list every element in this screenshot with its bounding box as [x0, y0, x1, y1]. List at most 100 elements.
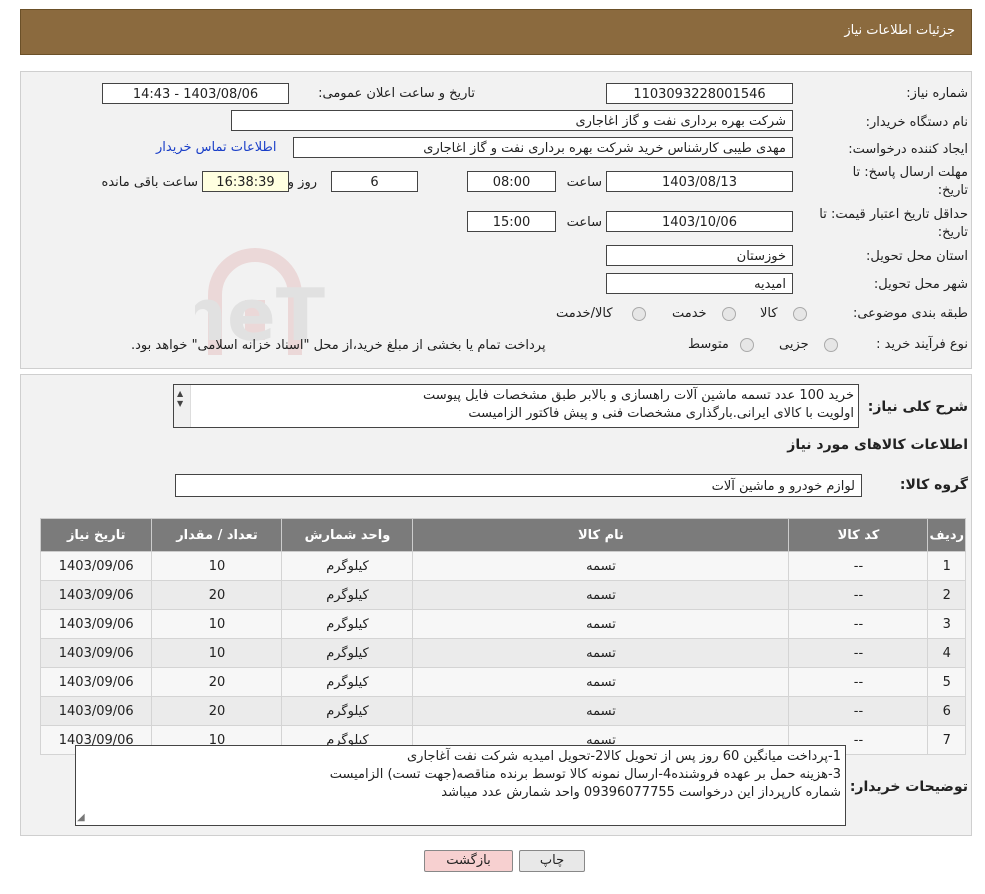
cell-name: تسمه: [412, 580, 790, 610]
goods-table: ردیف کد کالا نام کالا واحد شمارش تعداد /…: [39, 518, 966, 755]
province-label: استان محل تحویل:: [866, 249, 968, 264]
cell-quantity: 10: [151, 551, 283, 581]
validity-label: حداقل تاریخ اعتبار قیمت: تا: [819, 207, 968, 222]
process-label: نوع فرآیند خرید :: [876, 337, 968, 352]
buyer-org-field: شرکت بهره برداری نفت و گاز اغاجاری: [231, 110, 793, 131]
category-option-service: خدمت: [672, 306, 707, 321]
buyer-notes-line-2: 3-هزینه حمل بر عهده فروشنده4-ارسال نمونه…: [329, 767, 841, 782]
scroll-down-icon[interactable]: ▼: [177, 399, 183, 408]
table-row: 2 -- تسمه کیلوگرم 20 1403/09/06: [39, 580, 966, 610]
goods-group-field: لوازم خودرو و ماشین آلات: [175, 474, 862, 497]
remaining-label: ساعت باقی مانده: [101, 175, 198, 190]
cell-unit: کیلوگرم: [281, 551, 414, 581]
cell-unit: کیلوگرم: [281, 667, 414, 697]
cell-need-date: 1403/09/06: [39, 638, 153, 668]
page-header: جزئیات اطلاعات نیاز: [20, 9, 972, 55]
cell-quantity: 20: [151, 696, 283, 726]
cell-name: تسمه: [412, 609, 790, 639]
cell-row-number: 6: [927, 696, 966, 726]
city-label: شهر محل تحویل:: [873, 277, 968, 292]
cell-need-date: 1403/09/06: [39, 696, 153, 726]
description-textarea[interactable]: خرید 100 عدد تسمه ماشین آلات راهسازی و ب…: [173, 384, 859, 428]
category-option-both: کالا/خدمت: [556, 306, 613, 321]
buyer-notes-line-1: 1-پرداخت میانگین 60 روز پس از تحویل کالا…: [407, 749, 841, 764]
category-radio-service[interactable]: [722, 307, 736, 321]
announce-field: 1403/08/06 - 14:43: [102, 83, 289, 104]
cell-unit: کیلوگرم: [281, 580, 414, 610]
buyer-org-label: نام دستگاه خریدار:: [865, 115, 968, 130]
days-field: 6: [331, 171, 418, 192]
table-row: 5 -- تسمه کیلوگرم 20 1403/09/06: [39, 667, 966, 697]
category-radio-goods[interactable]: [793, 307, 807, 321]
category-option-goods: کالا: [760, 306, 778, 321]
cell-code: --: [788, 609, 929, 639]
cell-row-number: 5: [927, 667, 966, 697]
cell-code: --: [788, 696, 929, 726]
cell-need-date: 1403/09/06: [39, 580, 153, 610]
validity-date-field: 1403/10/06: [606, 211, 793, 232]
cell-unit: کیلوگرم: [281, 638, 414, 668]
deadline-label-2: تاریخ:: [937, 183, 968, 198]
validity-time-field: 15:00: [467, 211, 556, 232]
cell-name: تسمه: [412, 696, 790, 726]
col-header-unit: واحد شمارش: [281, 518, 414, 552]
col-header-quantity: تعداد / مقدار: [151, 518, 283, 552]
category-label: طبقه بندی موضوعی:: [852, 306, 968, 321]
need-number-field: 1103093228001546: [606, 83, 793, 104]
process-radio-minor[interactable]: [824, 338, 838, 352]
description-label: شرح کلی نیاز:: [867, 399, 968, 415]
back-button[interactable]: بازگشت: [424, 850, 513, 872]
description-scrollbar[interactable]: ▲ ▼: [174, 385, 191, 427]
cell-quantity: 10: [151, 609, 283, 639]
buyer-contact-link[interactable]: اطلاعات تماس خریدار: [156, 140, 276, 155]
cell-code: --: [788, 638, 929, 668]
cell-name: تسمه: [412, 551, 790, 581]
cell-code: --: [788, 667, 929, 697]
validity-label-2: تاریخ:: [937, 225, 968, 240]
deadline-label: مهلت ارسال پاسخ: تا: [852, 165, 968, 180]
cell-name: تسمه: [412, 638, 790, 668]
cell-code: --: [788, 551, 929, 581]
cell-quantity: 10: [151, 638, 283, 668]
announce-label: تاریخ و ساعت اعلان عمومی:: [318, 86, 475, 101]
need-number-label: شماره نیاز:: [906, 86, 968, 101]
creator-field: مهدی طیبی کارشناس خرید شرکت بهره برداری …: [293, 137, 793, 158]
table-row: 6 -- تسمه کیلوگرم 20 1403/09/06: [39, 696, 966, 726]
process-option-medium: متوسط: [688, 337, 729, 352]
goods-section-title: اطلاعات کالاهای مورد نیاز: [787, 437, 968, 453]
page-title: جزئیات اطلاعات نیاز: [844, 23, 955, 38]
print-button[interactable]: چاپ: [519, 850, 585, 872]
cell-need-date: 1403/09/06: [39, 551, 153, 581]
description-line-2: اولویت با کالای ایرانی.بارگذاری مشخصات ف…: [468, 406, 854, 421]
validity-time-label: ساعت: [566, 215, 602, 230]
remaining-time-field: 16:38:39: [202, 171, 289, 192]
deadline-time-field: 08:00: [467, 171, 556, 192]
buyer-notes-textarea[interactable]: 1-پرداخت میانگین 60 روز پس از تحویل کالا…: [75, 745, 846, 826]
deadline-date-field: 1403/08/13: [606, 171, 793, 192]
cell-code: --: [788, 580, 929, 610]
creator-label: ایجاد کننده درخواست:: [848, 142, 968, 157]
description-line-1: خرید 100 عدد تسمه ماشین آلات راهسازی و ب…: [423, 388, 854, 403]
process-radio-medium[interactable]: [740, 338, 754, 352]
cell-row-number: 7: [927, 725, 966, 755]
process-option-minor: جزیی: [779, 337, 809, 352]
table-header-row: ردیف کد کالا نام کالا واحد شمارش تعداد /…: [39, 518, 966, 552]
cell-row-number: 1: [927, 551, 966, 581]
table-row: 3 -- تسمه کیلوگرم 10 1403/09/06: [39, 609, 966, 639]
cell-row-number: 4: [927, 638, 966, 668]
col-header-code: کد کالا: [788, 518, 929, 552]
cell-need-date: 1403/09/06: [39, 609, 153, 639]
cell-quantity: 20: [151, 667, 283, 697]
cell-name: تسمه: [412, 667, 790, 697]
table-row: 4 -- تسمه کیلوگرم 10 1403/09/06: [39, 638, 966, 668]
buyer-notes-line-3: شماره کارپرداز این درخواست 09396077755 و…: [441, 785, 841, 800]
resize-grip-icon[interactable]: ◢: [77, 812, 85, 823]
days-label: روز و: [287, 175, 317, 190]
province-field: خوزستان: [606, 245, 793, 266]
category-radio-both[interactable]: [632, 307, 646, 321]
cell-need-date: 1403/09/06: [39, 667, 153, 697]
scroll-up-icon[interactable]: ▲: [177, 389, 183, 398]
deadline-time-label: ساعت: [566, 175, 602, 190]
goods-group-label: گروه کالا:: [899, 477, 968, 493]
city-field: امیدیه: [606, 273, 793, 294]
